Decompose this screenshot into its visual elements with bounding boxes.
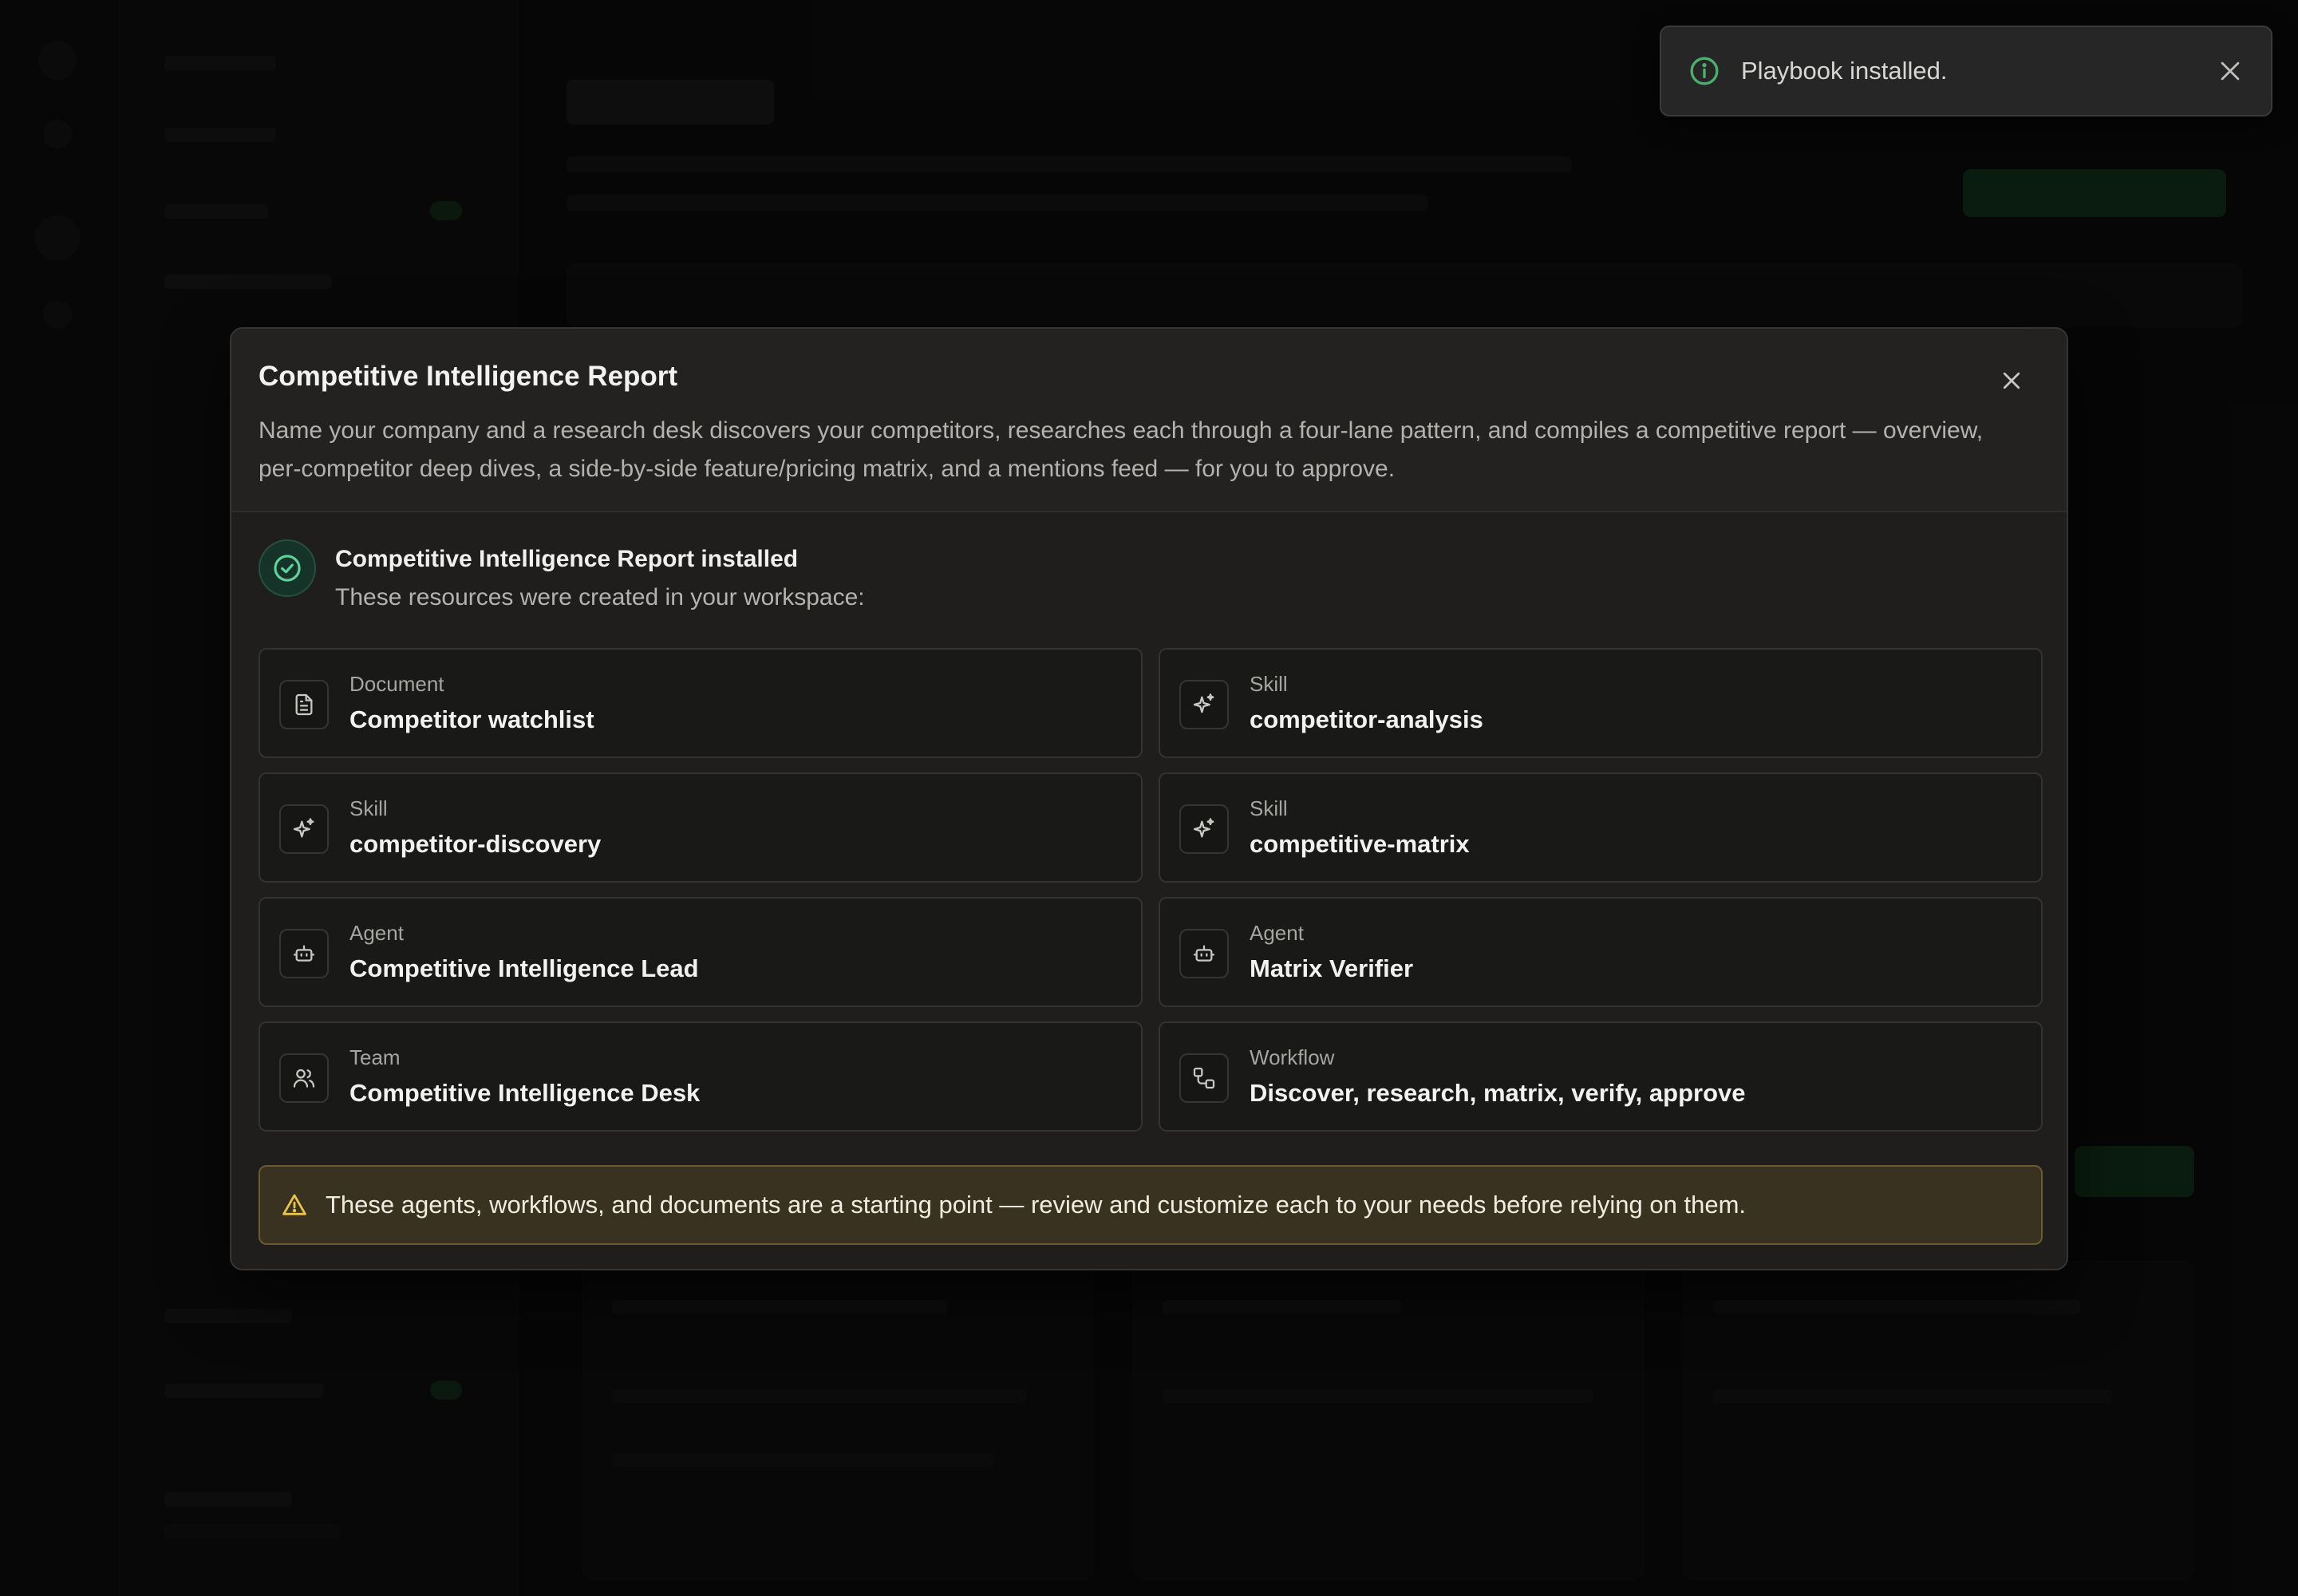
sparkles-icon bbox=[1179, 804, 1229, 854]
sparkles-icon bbox=[279, 804, 329, 854]
close-icon[interactable] bbox=[2217, 57, 2244, 85]
dialog-title: Competitive Intelligence Report bbox=[259, 361, 678, 392]
resource-name: competitor-analysis bbox=[1250, 705, 1483, 733]
robot-icon bbox=[1179, 929, 1229, 978]
warning-text: These agents, workflows, and documents a… bbox=[326, 1191, 1747, 1219]
toast-notification: Playbook installed. bbox=[1660, 26, 2272, 117]
resource-name: Competitor watchlist bbox=[349, 705, 594, 733]
resource-type: Agent bbox=[1250, 921, 1304, 945]
resource-card-agent[interactable]: Agent Matrix Verifier bbox=[1159, 897, 2043, 1007]
resource-name: Discover, research, matrix, verify, appr… bbox=[1250, 1079, 1746, 1107]
dialog-header: Competitive Intelligence Report Name you… bbox=[231, 329, 2067, 512]
resource-type: Skill bbox=[1250, 796, 1288, 820]
close-icon[interactable] bbox=[2000, 369, 2024, 393]
resource-type: Workflow bbox=[1250, 1045, 1335, 1069]
resource-card-workflow[interactable]: Workflow Discover, research, matrix, ver… bbox=[1159, 1021, 2043, 1132]
resource-type: Document bbox=[349, 672, 444, 696]
created-resources-grid: Document Competitor watchlist Skill comp… bbox=[259, 648, 2043, 1132]
resource-name: competitive-matrix bbox=[1250, 830, 1470, 858]
resource-type: Skill bbox=[1250, 672, 1288, 696]
document-icon bbox=[279, 680, 329, 729]
resource-name: Matrix Verifier bbox=[1250, 954, 1414, 982]
warning-callout: These agents, workflows, and documents a… bbox=[259, 1165, 2043, 1245]
resource-type: Team bbox=[349, 1045, 401, 1069]
workflow-icon bbox=[1179, 1053, 1229, 1103]
resource-name: competitor-discovery bbox=[349, 830, 602, 858]
sparkles-icon bbox=[1179, 680, 1229, 729]
robot-icon bbox=[279, 929, 329, 978]
install-status-title: Competitive Intelligence Report installe… bbox=[335, 546, 799, 572]
warning-triangle-icon bbox=[282, 1194, 306, 1215]
install-status-subtitle: These resources were created in your wor… bbox=[335, 584, 865, 610]
playbook-installed-dialog: Competitive Intelligence Report Name you… bbox=[230, 327, 2068, 1270]
resource-type: Skill bbox=[349, 796, 388, 820]
resource-card-team[interactable]: Team Competitive Intelligence Desk bbox=[259, 1021, 1143, 1132]
resource-card-skill[interactable]: Skill competitor-analysis bbox=[1159, 648, 2043, 758]
resource-name: Competitive Intelligence Lead bbox=[349, 954, 699, 982]
resource-name: Competitive Intelligence Desk bbox=[349, 1079, 701, 1107]
resource-card-skill[interactable]: Skill competitive-matrix bbox=[1159, 772, 2043, 883]
dialog-description: Name your company and a research desk di… bbox=[259, 417, 1984, 482]
resource-card-skill[interactable]: Skill competitor-discovery bbox=[259, 772, 1143, 883]
resource-card-agent[interactable]: Agent Competitive Intelligence Lead bbox=[259, 897, 1143, 1007]
check-circle-icon bbox=[259, 539, 316, 597]
info-icon bbox=[1690, 57, 1719, 85]
toast-message: Playbook installed. bbox=[1741, 57, 1948, 85]
resource-type: Agent bbox=[349, 921, 404, 945]
users-icon bbox=[279, 1053, 329, 1103]
resource-card-document[interactable]: Document Competitor watchlist bbox=[259, 648, 1143, 758]
